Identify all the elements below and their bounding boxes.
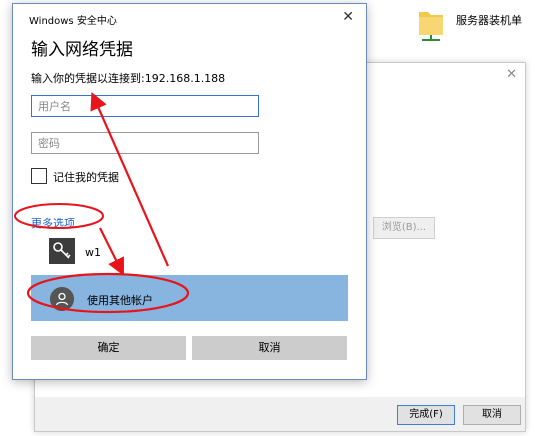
background-cancel-button[interactable]: 取消 — [463, 405, 521, 425]
use-other-account-option[interactable]: 使用其他帐户 — [31, 275, 348, 321]
remember-checkbox[interactable] — [31, 168, 47, 184]
key-icon — [49, 238, 75, 264]
connection-prompt: 输入你的凭据以连接到:192.168.1.188 — [31, 72, 226, 85]
background-button-bar: 完成(F) 取消 — [35, 397, 525, 431]
password-input[interactable] — [31, 132, 259, 154]
account-w1-label: w1 — [85, 246, 101, 259]
more-options-link[interactable]: 更多选项 — [31, 215, 75, 231]
credentials-dialog: Windows 安全中心 ✕ 输入网络凭据 输入你的凭据以连接到:192.168… — [12, 3, 367, 380]
cancel-button[interactable]: 取消 — [192, 336, 347, 360]
ok-button[interactable]: 确定 — [31, 336, 186, 360]
folder-label[interactable]: 服务器装机单 — [456, 12, 522, 28]
dialog-titlebar: Windows 安全中心 ✕ — [13, 4, 366, 32]
person-icon — [50, 287, 74, 311]
browse-button[interactable]: 浏览(B)... — [373, 217, 435, 239]
network-folder-icon[interactable] — [416, 8, 446, 44]
close-icon[interactable]: ✕ — [342, 9, 354, 25]
username-input[interactable] — [31, 95, 259, 117]
background-close-icon[interactable]: ✕ — [506, 67, 517, 82]
dialog-heading: 输入网络凭据 — [31, 40, 133, 60]
use-other-account-label: 使用其他帐户 — [87, 294, 153, 307]
finish-button[interactable]: 完成(F) — [397, 405, 455, 425]
account-w1[interactable]: w1 — [49, 238, 249, 268]
remember-label: 记住我的凭据 — [53, 171, 119, 184]
dialog-caption: Windows 安全中心 — [29, 16, 117, 27]
